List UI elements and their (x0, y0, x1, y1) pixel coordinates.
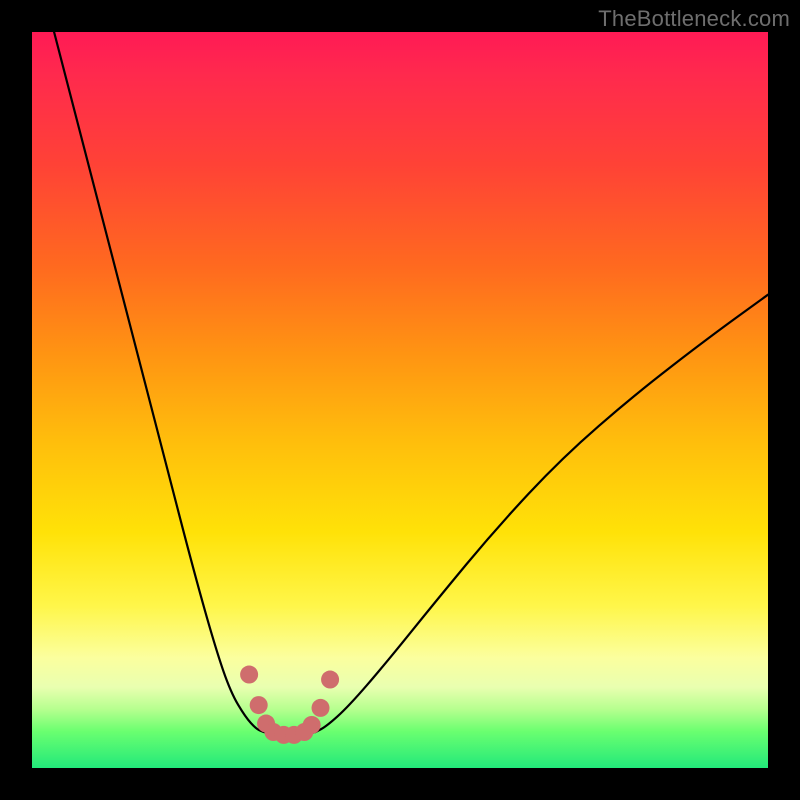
curve-layer (32, 32, 768, 768)
chart-stage: TheBottleneck.com (0, 0, 800, 800)
watermark-text: TheBottleneck.com (598, 6, 790, 32)
valley-markers (240, 666, 339, 744)
bottleneck-curve (54, 32, 768, 735)
valley-dot (250, 696, 268, 714)
valley-dot (303, 716, 321, 734)
valley-dot (312, 699, 330, 717)
valley-dot (240, 666, 258, 684)
valley-dot (321, 671, 339, 689)
plot-area (32, 32, 768, 768)
